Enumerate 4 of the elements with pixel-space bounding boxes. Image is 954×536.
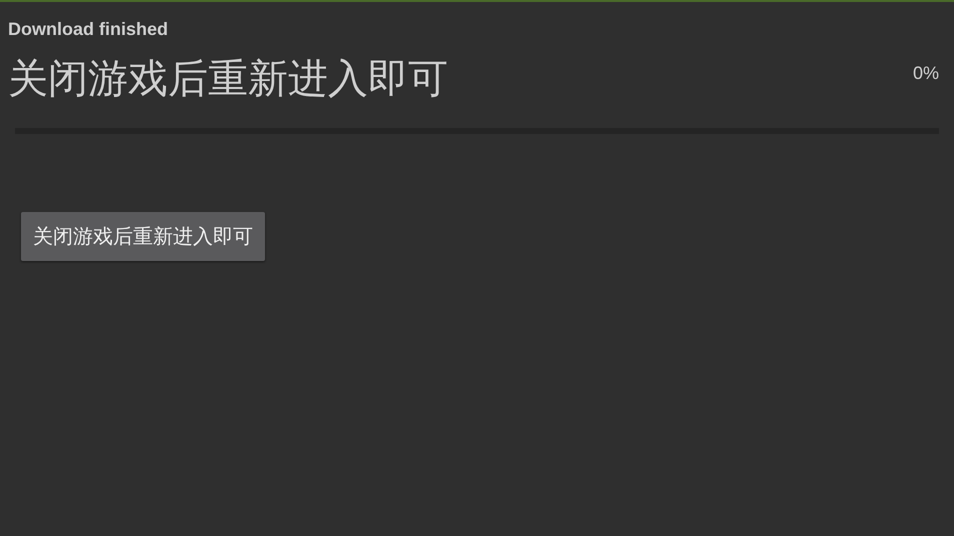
dialog-title: Download finished	[8, 19, 168, 39]
progress-percent: 0%	[912, 62, 939, 85]
status-message: 关闭游戏后重新进入即可	[8, 56, 448, 102]
close-game-button[interactable]: 关闭游戏后重新进入即可	[21, 212, 265, 261]
